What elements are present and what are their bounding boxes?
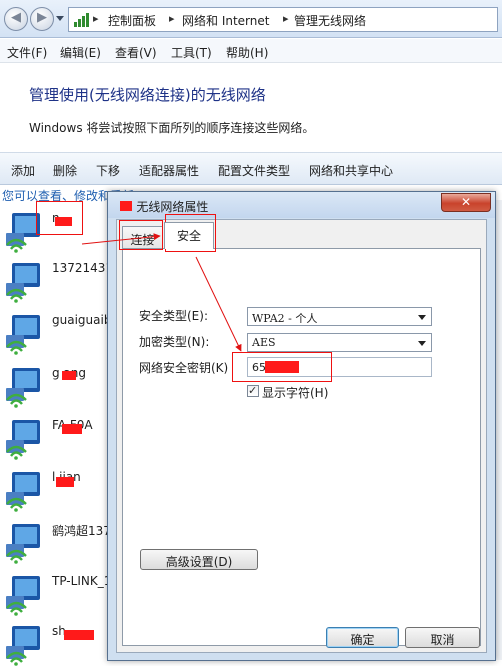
history-dropdown-icon[interactable] [56, 16, 64, 21]
breadcrumb-separator[interactable]: ▸ [169, 12, 175, 25]
forward-arrow-icon: ▶ [37, 10, 47, 25]
breadcrumb-manage-wireless[interactable]: 管理无线网络 [294, 12, 366, 29]
address-bar: ◀ ▶ ▸ 控制面板 ▸ 网络和 Internet ▸ 管理无线网络 [0, 0, 502, 38]
remove-button[interactable]: 删除 [53, 162, 77, 179]
security-type-select[interactable]: WPA2 - 个人 [247, 307, 432, 326]
page-subtitle: Windows 将尝试按照下面所列的顺序连接这些网络。 [29, 121, 315, 135]
breadcrumb-separator[interactable]: ▸ [283, 12, 289, 25]
show-characters-label[interactable]: 显示字符(H) [262, 384, 328, 401]
back-arrow-icon: ◀ [11, 10, 21, 25]
cancel-label: 取消 [430, 633, 455, 647]
breadcrumb[interactable]: ▸ 控制面板 ▸ 网络和 Internet ▸ 管理无线网络 [68, 7, 498, 32]
forward-button[interactable]: ▶ [30, 7, 54, 31]
breadcrumb-control-panel[interactable]: 控制面板 [108, 12, 156, 29]
list-item[interactable]: FA F0A [0, 414, 112, 464]
checkmark-icon: ✓ [248, 384, 258, 397]
wireless-properties-dialog: n 无线网络属性 ✕ 连接 安全 安全类型(E): WPA2 - 个人 加密类型… [107, 191, 496, 661]
network-name: guaiguaib [52, 313, 112, 327]
breadcrumb-separator[interactable]: ▸ [93, 12, 99, 25]
security-type-label: 安全类型(E): [139, 309, 208, 323]
redaction [120, 201, 132, 211]
annotation-box [232, 352, 332, 382]
encryption-type-value: AES [252, 336, 276, 349]
wireless-network-icon [6, 576, 40, 616]
tab-security-label: 安全 [176, 229, 201, 243]
advanced-settings-label: 高级设置(D) [165, 555, 233, 569]
network-sharing-center-button[interactable]: 网络和共享中心 [309, 162, 393, 179]
ok-label: 确定 [350, 633, 375, 647]
list-item[interactable]: l jian [0, 466, 112, 516]
wireless-network-icon [6, 626, 40, 666]
chevron-down-icon [418, 341, 426, 346]
breadcrumb-network-internet[interactable]: 网络和 Internet [182, 12, 269, 29]
redaction [64, 630, 94, 640]
chevron-down-icon [418, 315, 426, 320]
list-item[interactable]: 137214310 [0, 257, 121, 307]
network-name: 鹞鸿超137 [52, 524, 111, 538]
close-icon: ✕ [460, 195, 472, 209]
control-panel-icon [73, 12, 89, 27]
back-button[interactable]: ◀ [4, 7, 28, 31]
menu-view[interactable]: 查看(V) [115, 44, 157, 61]
list-item[interactable]: sh [0, 620, 112, 666]
command-bar: 添加 删除 下移 适配器属性 配置文件类型 网络和共享中心 [0, 152, 502, 185]
advanced-settings-button[interactable]: 高级设置(D) [140, 549, 258, 570]
menu-help[interactable]: 帮助(H) [226, 44, 268, 61]
encryption-type-label: 加密类型(N): [139, 335, 210, 349]
wireless-network-icon [6, 315, 40, 355]
list-item[interactable]: guaiguaib [0, 309, 112, 359]
wireless-network-icon [6, 420, 40, 460]
page-title: 管理使用(无线网络连接)的无线网络 [29, 86, 266, 104]
cancel-button[interactable]: 取消 [405, 627, 480, 648]
network-key-label: 网络安全密钥(K) [139, 361, 229, 375]
dialog-body: 连接 安全 安全类型(E): WPA2 - 个人 加密类型(N): AES 网络… [116, 219, 487, 653]
network-name: TP-LINK_1 [52, 574, 112, 588]
security-type-value: WPA2 - 个人 [252, 312, 318, 325]
list-item[interactable]: 鹞鸿超137 [0, 518, 112, 568]
wireless-network-icon [6, 524, 40, 564]
profile-types-button[interactable]: 配置文件类型 [218, 162, 290, 179]
ok-button[interactable]: 确定 [326, 627, 399, 648]
annotation-box [119, 220, 163, 250]
close-button[interactable]: ✕ [441, 193, 491, 212]
add-button[interactable]: 添加 [11, 162, 35, 179]
wireless-network-icon [6, 472, 40, 512]
move-down-button[interactable]: 下移 [96, 162, 120, 179]
encryption-type-select[interactable]: AES [247, 333, 432, 352]
adapter-properties-button[interactable]: 适配器属性 [139, 162, 199, 179]
redaction [56, 477, 74, 487]
menu-tools[interactable]: 工具(T) [171, 44, 212, 61]
dialog-title: n 无线网络属性 [125, 200, 209, 214]
security-tab-panel: 安全类型(E): WPA2 - 个人 加密类型(N): AES 网络安全密钥(K… [122, 248, 481, 646]
list-item[interactable]: g ang [0, 362, 112, 412]
menu-bar: 文件(F) 编辑(E) 查看(V) 工具(T) 帮助(H) [0, 39, 502, 63]
annotation-box [36, 201, 83, 235]
show-characters-checkbox[interactable]: ✓ [247, 384, 259, 397]
tab-security[interactable]: 安全 [164, 222, 214, 249]
redaction [62, 424, 82, 434]
redaction [62, 371, 76, 380]
wireless-network-icon [6, 263, 40, 303]
menu-file[interactable]: 文件(F) [7, 44, 47, 61]
wireless-network-icon [6, 368, 40, 408]
menu-edit[interactable]: 编辑(E) [60, 44, 101, 61]
list-item[interactable]: TP-LINK_1 [0, 570, 112, 620]
